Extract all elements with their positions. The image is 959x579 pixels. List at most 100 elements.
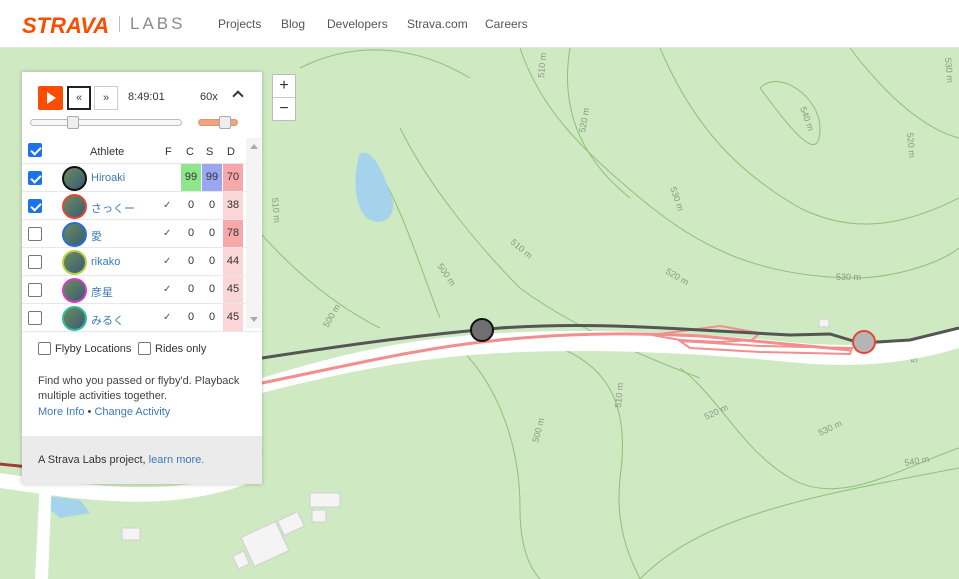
d-value: 45 [223, 304, 243, 331]
row-checkbox[interactable] [28, 255, 42, 269]
nav-strava-com[interactable]: Strava.com [407, 17, 468, 31]
select-all-checkbox[interactable] [28, 143, 42, 157]
row-checkbox[interactable] [28, 311, 42, 325]
athlete-name[interactable]: さっくー [91, 200, 135, 216]
top-navigation-bar: STRAVA LABS Projects Blog Developers Str… [0, 0, 959, 48]
d-value: 45 [223, 276, 243, 303]
zoom-out-button[interactable]: − [273, 98, 295, 121]
zoom-in-button[interactable]: + [273, 75, 295, 98]
flyby-locations-checkbox[interactable] [38, 342, 51, 355]
rides-only-label: Rides only [155, 343, 207, 355]
footer-prefix: A Strava Labs project, [38, 454, 149, 466]
panel-footer: A Strava Labs project, learn more. [22, 436, 262, 484]
c-value: 99 [181, 164, 201, 191]
contour-label: 530 m [836, 272, 861, 282]
d-value: 78 [223, 220, 243, 247]
table-row[interactable]: さっくー ✓ 0 0 38 [22, 192, 262, 220]
header-c: C [186, 146, 194, 158]
c-value: 0 [187, 311, 195, 323]
header-d: D [227, 146, 235, 158]
header-f: F [165, 146, 172, 158]
nav-blog[interactable]: Blog [281, 17, 305, 31]
table-row[interactable]: みるく ✓ 0 0 45 [22, 304, 262, 332]
flyby-mark: ✓ [163, 312, 172, 323]
time-slider-handle[interactable] [67, 116, 79, 129]
building [311, 509, 327, 523]
header-s: S [206, 146, 214, 158]
scroll-up-icon[interactable] [250, 144, 258, 149]
d-value: 44 [223, 248, 243, 275]
play-button[interactable] [38, 86, 63, 110]
more-info-link[interactable]: More Info [38, 406, 84, 418]
speed-slider-handle[interactable] [219, 116, 231, 129]
scroll-down-icon[interactable] [250, 317, 258, 322]
speed-slider[interactable] [198, 119, 238, 126]
d-value: 70 [223, 164, 243, 191]
labs-label[interactable]: LABS [130, 14, 185, 34]
building [121, 527, 141, 541]
building [309, 492, 341, 508]
d-value: 38 [223, 192, 243, 219]
athlete-name[interactable]: 愛 [91, 228, 102, 244]
row-checkbox[interactable] [28, 227, 42, 241]
table-row[interactable]: rikako ✓ 0 0 44 [22, 248, 262, 276]
change-activity-link[interactable]: Change Activity [94, 406, 170, 418]
footer-text: A Strava Labs project, learn more. [38, 454, 204, 466]
strava-logo[interactable]: STRAVA [22, 13, 109, 39]
athlete-marker-hiroaki[interactable] [470, 318, 494, 342]
fast-forward-button[interactable]: » [94, 86, 118, 110]
row-checkbox[interactable] [28, 283, 42, 297]
rewind-button[interactable]: « [67, 86, 91, 110]
panel-links: More Info • Change Activity [38, 406, 170, 418]
nav-developers[interactable]: Developers [327, 17, 388, 31]
avatar [62, 306, 87, 331]
avatar [62, 250, 87, 275]
table-row[interactable]: Hiroaki 99 99 70 [22, 164, 262, 192]
s-value: 0 [208, 227, 216, 239]
athlete-marker-sakku[interactable] [852, 330, 876, 354]
table-scrollbar[interactable] [246, 138, 261, 328]
flyby-mark: ✓ [163, 200, 172, 211]
table-row[interactable]: 彦星 ✓ 0 0 45 [22, 276, 262, 304]
building [818, 318, 830, 328]
s-value: 0 [208, 283, 216, 295]
athlete-name[interactable]: みるく [91, 312, 124, 328]
row-checkbox[interactable] [28, 171, 42, 185]
athlete-name[interactable]: Hiroaki [91, 172, 125, 184]
avatar [62, 278, 87, 303]
chevron-up-icon[interactable] [232, 90, 244, 102]
nav-careers[interactable]: Careers [485, 17, 528, 31]
logo-divider [119, 16, 120, 32]
learn-more-link[interactable]: learn more. [149, 454, 205, 466]
s-value: 0 [208, 311, 216, 323]
flyby-locations-option[interactable]: Flyby Locations [38, 342, 131, 355]
header-athlete: Athlete [90, 146, 125, 158]
avatar [62, 194, 87, 219]
athlete-name[interactable]: 彦星 [91, 284, 113, 300]
athlete-name[interactable]: rikako [91, 256, 120, 268]
flyby-locations-label: Flyby Locations [55, 343, 132, 355]
s-value: 0 [208, 255, 216, 267]
c-value: 0 [187, 255, 195, 267]
zoom-control: + − [272, 74, 296, 121]
nav-projects[interactable]: Projects [218, 17, 261, 31]
playback-time: 8:49:01 [128, 91, 165, 103]
table-header: Athlete F C S D [22, 138, 262, 164]
c-value: 0 [187, 227, 195, 239]
s-value: 99 [202, 164, 222, 191]
athlete-table: Athlete F C S D Hiroaki 99 99 70 さっくー ✓ … [22, 138, 262, 332]
time-slider[interactable] [30, 119, 182, 126]
s-value: 0 [208, 199, 216, 211]
c-value: 0 [187, 283, 195, 295]
table-row[interactable]: 愛 ✓ 0 0 78 [22, 220, 262, 248]
flyby-panel: « » 8:49:01 60x Athlete F C S D Hiroaki … [22, 72, 262, 484]
c-value: 0 [187, 199, 195, 211]
row-checkbox[interactable] [28, 199, 42, 213]
playback-speed: 60x [200, 91, 218, 103]
avatar [62, 166, 87, 191]
panel-description: Find who you passed or flyby'd. Playback… [38, 375, 240, 402]
rides-only-option[interactable]: Rides only [138, 342, 206, 355]
flyby-mark: ✓ [163, 256, 172, 267]
rides-only-checkbox[interactable] [138, 342, 151, 355]
flyby-mark: ✓ [163, 284, 172, 295]
